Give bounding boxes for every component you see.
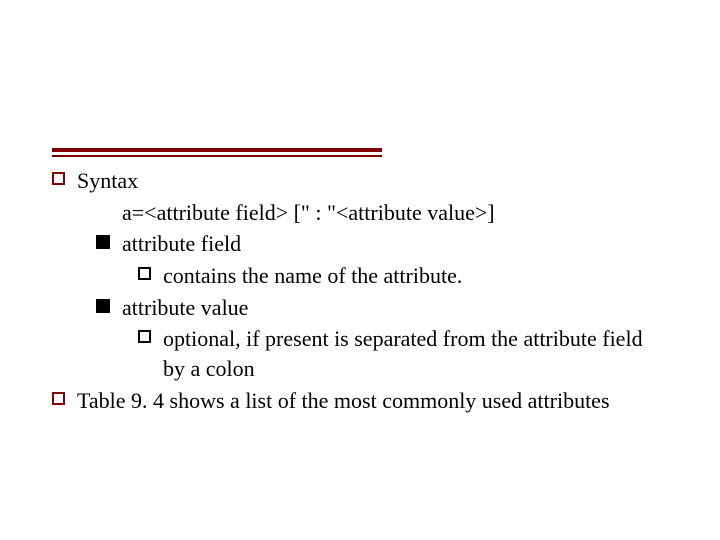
item-text: Syntax <box>77 166 668 196</box>
item-text: optional, if present is separated from t… <box>163 324 668 383</box>
list-item: contains the name of the attribute. <box>138 261 668 291</box>
divider-rule <box>52 148 382 152</box>
item-text: attribute field <box>122 229 668 259</box>
item-text: contains the name of the attribute. <box>163 261 668 291</box>
square-solid-icon <box>96 299 110 313</box>
list-item: Table 9. 4 shows a list of the most comm… <box>52 386 668 416</box>
slide-content: Syntax a=<attribute field> [" : "<attrib… <box>52 166 668 418</box>
item-text: attribute value <box>122 293 668 323</box>
list-item: attribute value <box>96 293 668 323</box>
square-hollow-icon <box>52 392 65 405</box>
square-solid-icon <box>96 235 110 249</box>
square-hollow-icon <box>138 267 151 280</box>
square-hollow-icon <box>138 330 151 343</box>
item-text: a=<attribute field> [" : "<attribute val… <box>122 198 668 228</box>
list-item: attribute field <box>96 229 668 259</box>
item-text: Table 9. 4 shows a list of the most comm… <box>77 386 668 416</box>
square-hollow-icon <box>52 172 65 185</box>
list-item: optional, if present is separated from t… <box>138 324 668 383</box>
list-item: Syntax <box>52 166 668 196</box>
slide: Syntax a=<attribute field> [" : "<attrib… <box>0 0 720 540</box>
list-item: a=<attribute field> [" : "<attribute val… <box>122 198 668 228</box>
